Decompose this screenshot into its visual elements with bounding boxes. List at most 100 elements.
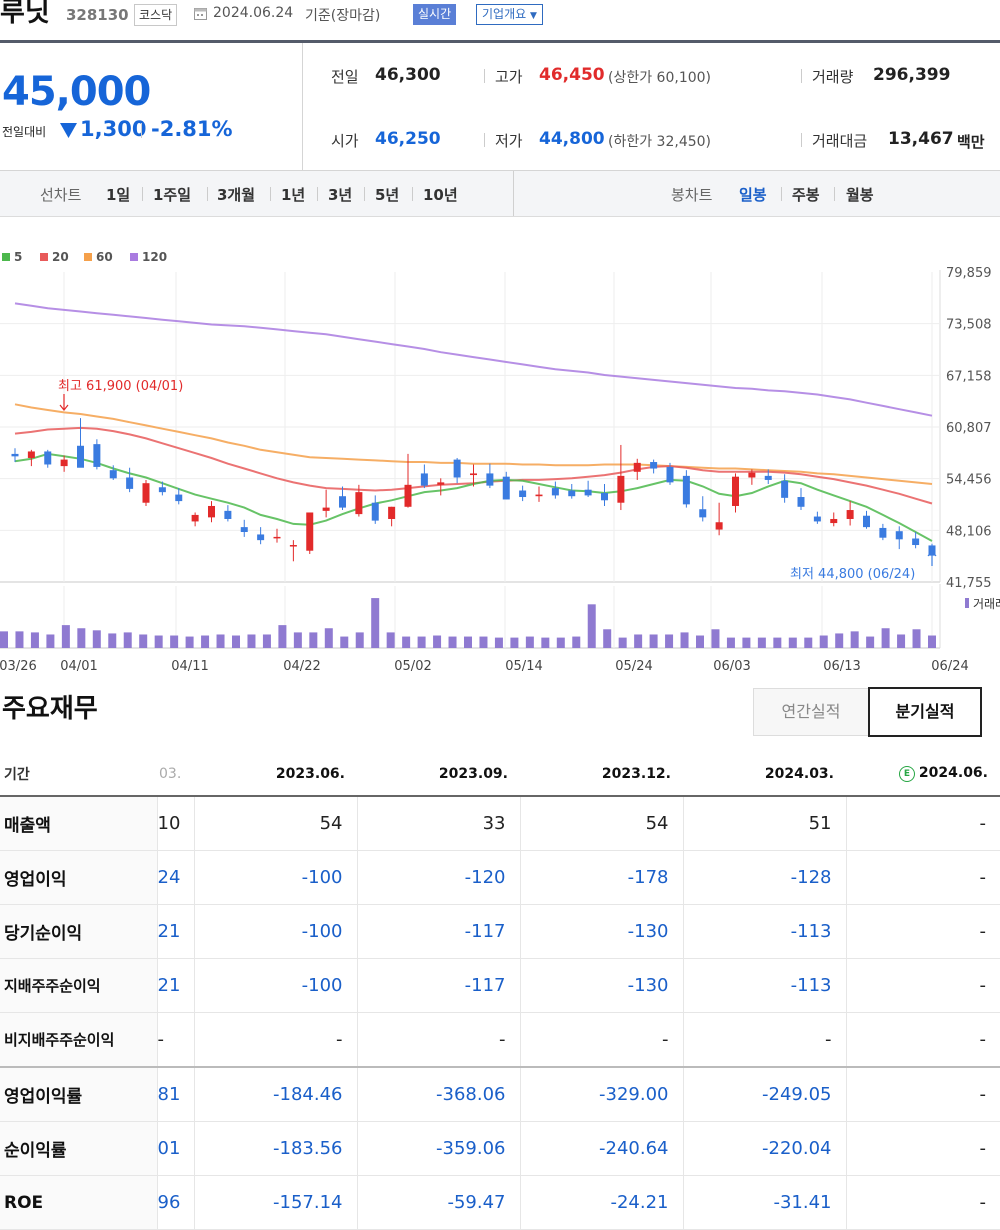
volume-bar <box>154 635 163 648</box>
candle-body <box>584 489 592 496</box>
volume-bar <box>897 634 906 648</box>
volume-bar <box>355 632 364 648</box>
company-info-label: 기업개요 <box>482 7 527 21</box>
table-cell: -178 <box>519 850 683 905</box>
volume-bar <box>278 625 287 648</box>
table-cell: -130 <box>519 904 683 959</box>
volume-bar <box>494 637 503 648</box>
candle-body <box>322 507 330 511</box>
candle-body <box>748 472 756 478</box>
candle-body <box>257 534 265 541</box>
period-1d[interactable]: 1일 <box>106 184 130 205</box>
volume-value: 296,399 <box>873 65 951 85</box>
info-separator <box>801 133 802 147</box>
volume-bar <box>603 629 612 648</box>
open-value: 46,250 <box>375 129 441 149</box>
market-badge: 코스닥 <box>134 4 178 26</box>
period-divider <box>781 187 782 201</box>
candle-body <box>306 512 314 551</box>
row-label: 영업이익 <box>0 850 157 905</box>
candle-body <box>846 510 854 519</box>
company-info-button[interactable]: 기업개요 ▼ <box>476 4 543 25</box>
base-date: 2024.06.24 <box>213 5 294 21</box>
volume-bar <box>293 632 302 648</box>
x-tick-label: 06/24 <box>931 659 968 674</box>
period-10y[interactable]: 10년 <box>423 184 458 205</box>
candle-body <box>240 527 248 533</box>
column-header: 2024.03. <box>683 752 846 797</box>
period-divider <box>834 187 835 201</box>
volume-bar <box>726 637 735 648</box>
tab-annual[interactable]: 연간실적 <box>753 688 869 736</box>
candle-body <box>224 510 232 519</box>
table-cell: 54 <box>519 796 683 851</box>
column-header: 2023.06. <box>194 752 357 797</box>
divider <box>302 43 303 170</box>
candle-body <box>699 509 707 518</box>
period-3y[interactable]: 3년 <box>328 184 352 205</box>
table-cell: 96 <box>156 1175 194 1230</box>
trade-amount-value: 13,467 <box>888 129 954 149</box>
period-divider <box>207 187 208 201</box>
candle-daily[interactable]: 일봉 <box>739 184 767 205</box>
candle-body <box>27 451 35 458</box>
high-annotation: 최고 61,900 (04/01) <box>58 379 183 394</box>
info-separator <box>484 133 485 147</box>
candle-body <box>453 459 461 478</box>
period-1y[interactable]: 1년 <box>281 184 305 205</box>
volume-bar <box>912 629 921 648</box>
high-value: 46,450 <box>539 65 605 85</box>
table-cell: - <box>845 796 1000 851</box>
chart-period-bar: 선차트 1일 1주일 3개월 1년 3년 5년 10년 봉차트 일봉 주봉 월봉 <box>0 171 1000 217</box>
volume-bar <box>928 635 936 648</box>
tab-quarter[interactable]: 분기실적 <box>868 687 982 737</box>
table-row: 영업이익률 81 -184.46 -368.06 -329.00 -249.05- <box>0 1066 1000 1122</box>
volume-bar <box>262 634 271 648</box>
stock-code: 328130 <box>66 6 129 24</box>
candle-body <box>191 514 199 522</box>
change-separator <box>141 123 142 138</box>
volume-bar <box>185 636 194 648</box>
table-cell: -128 <box>682 850 846 905</box>
candle-body <box>289 545 297 547</box>
low-value: 44,800 <box>539 129 605 149</box>
volume-bar <box>757 637 766 648</box>
candle-body <box>617 475 625 503</box>
period-1w[interactable]: 1주일 <box>153 184 191 205</box>
row-label: 매출액 <box>0 796 157 851</box>
volume-bar <box>696 635 704 648</box>
candle-body <box>519 490 527 498</box>
candle-monthly[interactable]: 월봉 <box>846 184 874 205</box>
period-5y[interactable]: 5년 <box>375 184 399 205</box>
volume-bar <box>0 631 8 648</box>
table-row: 당기순이익 21 -100 -117 -130 -113- <box>0 904 1000 959</box>
volume-bar <box>788 637 797 648</box>
change-label: 전일대비 <box>2 125 47 139</box>
candle-body <box>109 470 117 479</box>
realtime-button[interactable]: 실시간 <box>413 4 457 25</box>
table-cell: - <box>845 1012 1000 1068</box>
candle-body <box>339 496 346 508</box>
table-cell: -117 <box>356 958 520 1013</box>
candle-weekly[interactable]: 주봉 <box>792 184 820 205</box>
volume-bar <box>77 628 86 648</box>
candle-body <box>551 488 559 496</box>
volume-bar <box>680 632 689 648</box>
candle-body <box>11 453 19 457</box>
candle-body <box>44 451 52 465</box>
candle-body <box>830 518 838 524</box>
low-label: 저가 <box>495 132 523 150</box>
table-cell: 24 <box>156 850 194 905</box>
price-chart[interactable]: 79,859 73,508 67,158 60,807 54,456 48,106 41,7… <box>0 216 1000 676</box>
candle-body <box>535 494 543 497</box>
candle-body <box>797 497 805 507</box>
candle-body <box>388 506 396 519</box>
volume-bar <box>232 635 240 648</box>
candle-body <box>650 462 658 469</box>
row-label: 당기순이익 <box>0 904 157 959</box>
column-header: 2023.09. <box>357 752 520 797</box>
table-cell: - <box>845 1066 1000 1122</box>
table-cell: -183.56 <box>193 1121 357 1176</box>
table-cell: -100 <box>193 850 357 905</box>
period-3m[interactable]: 3개월 <box>217 184 255 205</box>
